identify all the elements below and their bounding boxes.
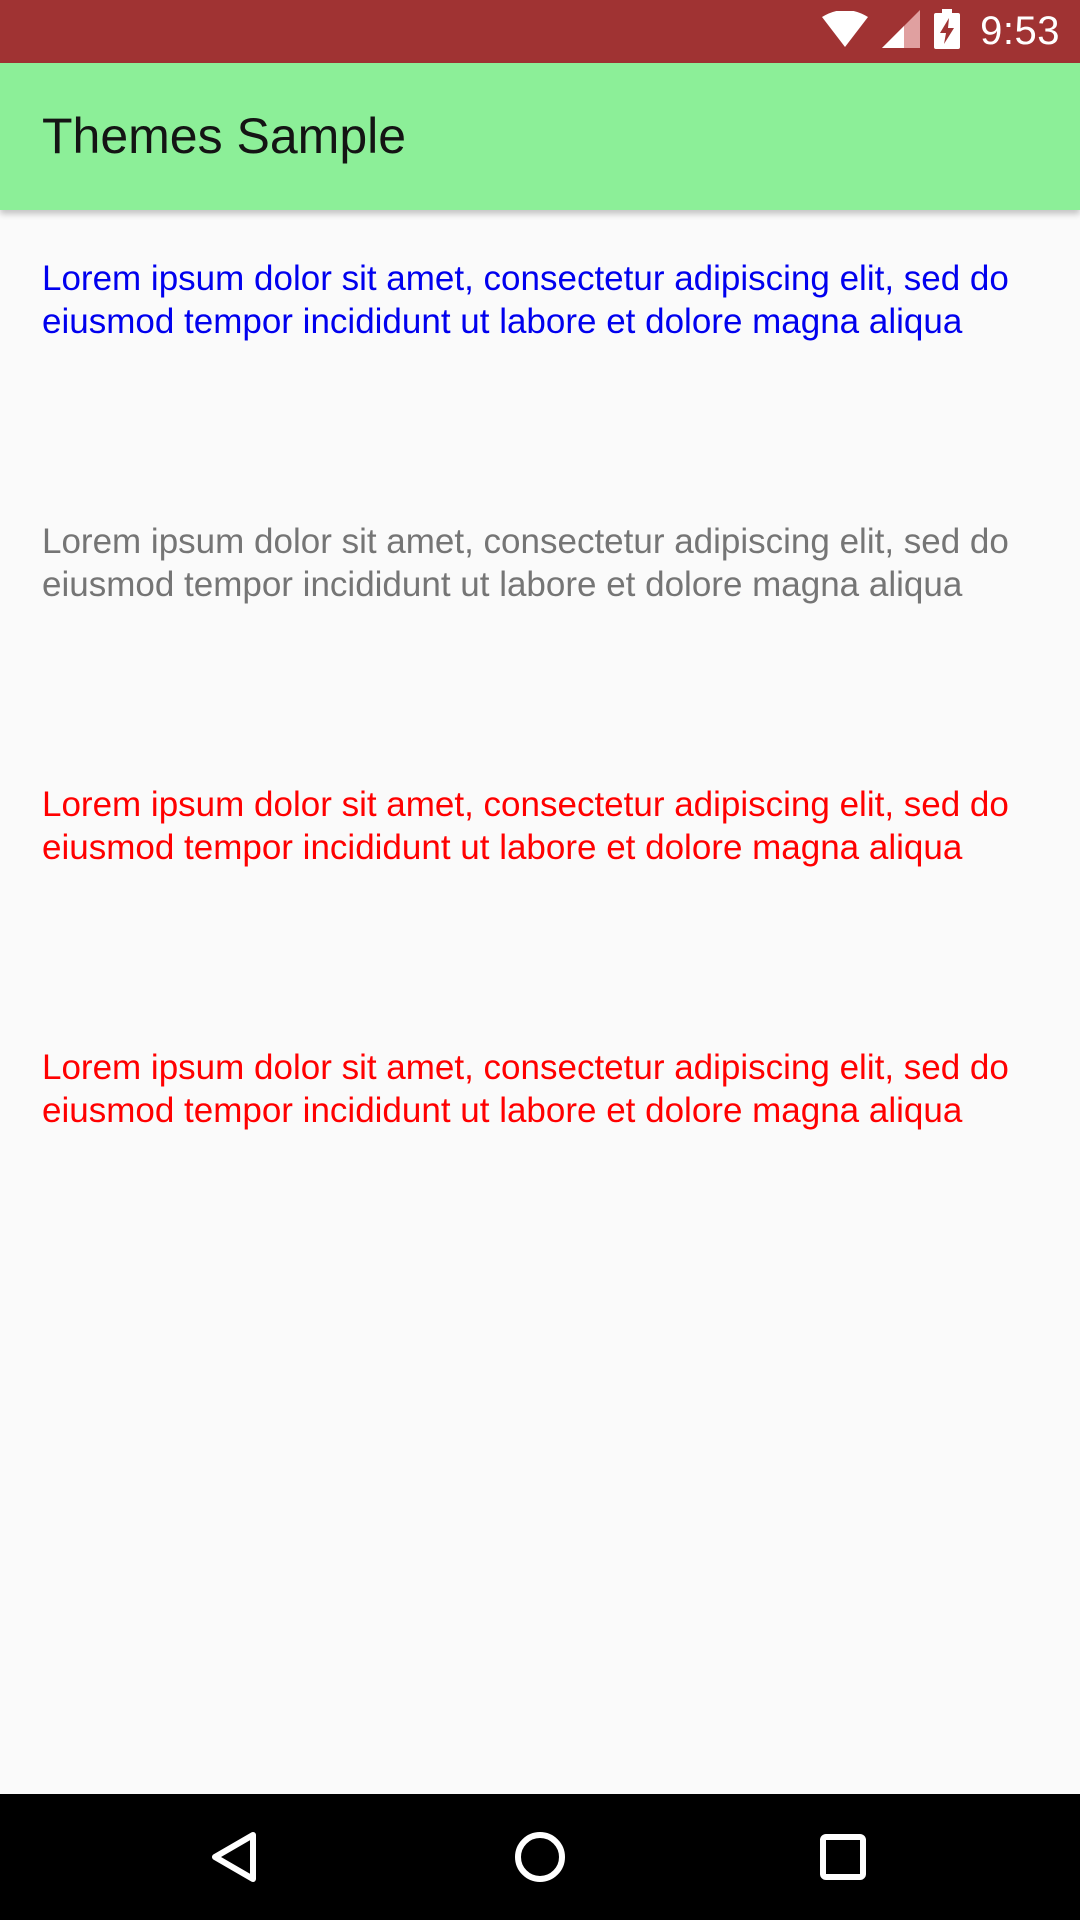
back-icon — [212, 1832, 256, 1882]
red-text-paragraph: Lorem ipsum dolor sit amet, consectetur … — [42, 785, 1009, 867]
red-text-paragraph-2: Lorem ipsum dolor sit amet, consectetur … — [42, 1048, 1009, 1130]
app-bar: Themes Sample — [0, 63, 1080, 210]
blue-text-paragraph: Lorem ipsum dolor sit amet, consectetur … — [42, 259, 1009, 341]
battery-charging-icon — [934, 9, 961, 54]
recents-icon — [820, 1834, 866, 1880]
back-button[interactable] — [205, 1827, 265, 1887]
status-icons: 9:53 — [822, 0, 1060, 63]
home-button[interactable] — [510, 1827, 570, 1887]
navigation-bar — [0, 1794, 1080, 1920]
page-title: Themes Sample — [42, 108, 407, 164]
wifi-icon — [822, 10, 869, 52]
cell-signal-icon — [882, 10, 921, 53]
home-icon — [515, 1832, 565, 1882]
status-bar: 9:53 — [0, 0, 1080, 63]
content-area: Lorem ipsum dolor sit amet, consectetur … — [0, 210, 1080, 1794]
status-time: 9:53 — [980, 9, 1060, 53]
recents-button[interactable] — [813, 1827, 873, 1887]
gray-text-paragraph: Lorem ipsum dolor sit amet, consectetur … — [42, 522, 1009, 604]
